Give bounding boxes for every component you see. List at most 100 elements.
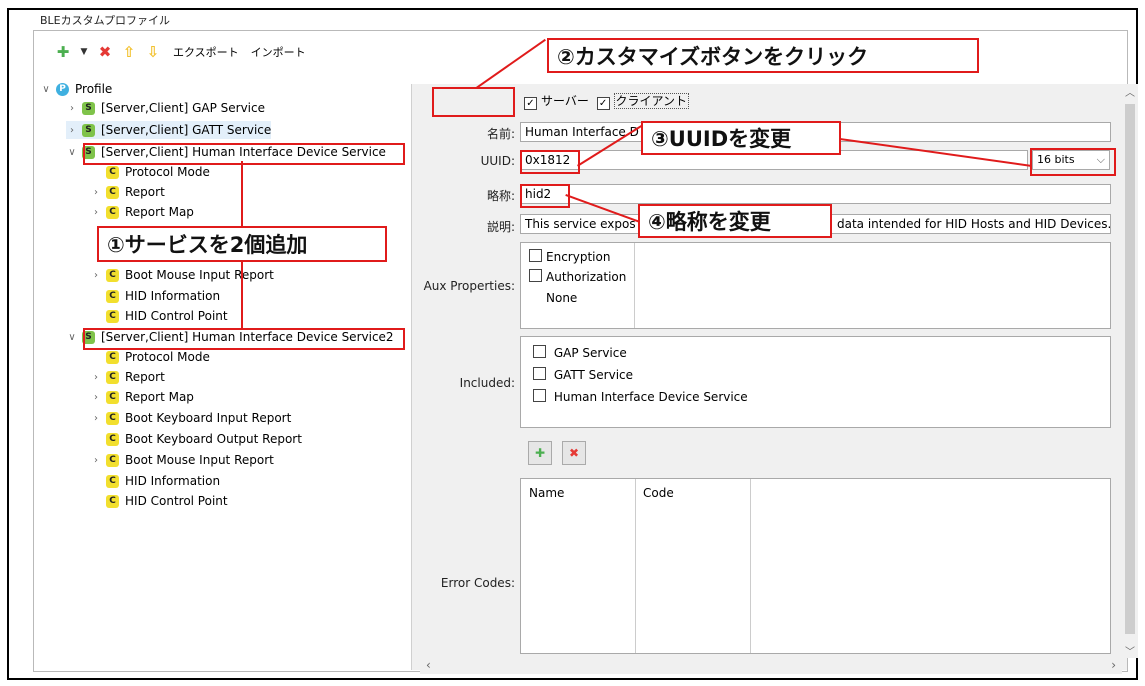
tree-characteristic-item[interactable]: › C Report [90, 183, 165, 201]
characteristic-icon: C [106, 453, 119, 467]
checkbox[interactable] [529, 249, 542, 262]
checkbox[interactable] [533, 367, 546, 380]
tree-service-item[interactable]: › S [Server,Client] GAP Service [66, 99, 265, 117]
checkbox[interactable] [533, 389, 546, 402]
tree-item-label: [Server,Client] GATT Service [101, 123, 272, 137]
tree-characteristic-item[interactable]: › C Report [90, 368, 165, 386]
chevron-right-icon[interactable]: › [1111, 658, 1116, 672]
tree-characteristic-item[interactable]: C HID Control Point [90, 492, 228, 510]
server-checkbox[interactable] [524, 97, 537, 110]
tree-characteristic-item[interactable]: › C Report Map [90, 203, 194, 221]
aux-item-label: Encryption [546, 250, 611, 264]
errors-label: Error Codes: [440, 576, 515, 590]
callout-uuid: ③UUIDを変更 [641, 121, 841, 155]
tree-item-label: Report Map [125, 390, 194, 404]
tree-item-label: Report Map [125, 205, 194, 219]
tree-characteristic-item[interactable]: C Boot Keyboard Output Report [90, 430, 302, 448]
customize-button-highlight[interactable] [432, 87, 515, 117]
client-label: クライアント [613, 93, 690, 109]
tree-characteristic-item[interactable]: › C Boot Mouse Input Report [90, 451, 274, 469]
chevron-down-icon[interactable]: ∨ [66, 332, 78, 343]
included-item-label: GAP Service [553, 346, 627, 360]
characteristic-icon: C [106, 205, 119, 219]
aux-item[interactable]: Encryption [529, 249, 610, 264]
chevron-right-icon[interactable]: › [90, 207, 102, 218]
chevron-right-icon[interactable]: › [90, 270, 102, 281]
profile-icon: P [56, 82, 69, 96]
characteristic-icon: C [106, 185, 119, 199]
vertical-scrollbar[interactable]: ︿ ﹀ [1122, 84, 1138, 658]
service-icon: S [82, 123, 95, 137]
tree-item-label: Report [125, 185, 165, 199]
delete-icon: ✖ [568, 446, 580, 460]
plus-icon[interactable]: ✚ [55, 43, 71, 61]
role-checkboxes: サーバー クライアント [524, 92, 690, 110]
included-item[interactable]: GAP Service [533, 345, 627, 360]
tree-characteristic-item[interactable]: C HID Information [90, 472, 220, 490]
uuid-highlight [520, 150, 580, 174]
chevron-right-icon[interactable]: › [90, 413, 102, 424]
desc-text-left: This service expos [525, 217, 636, 231]
highlight-service [83, 143, 405, 165]
tree-characteristic-item[interactable]: › C Boot Keyboard Input Report [90, 409, 291, 427]
chevron-right-icon[interactable]: › [66, 103, 78, 114]
name-label: 名前: [486, 127, 515, 141]
tree-item-label: [Server,Client] GAP Service [101, 101, 265, 115]
client-checkbox[interactable] [596, 97, 610, 110]
tree-item-label: HID Information [125, 474, 221, 488]
tree-characteristic-item[interactable]: › C Boot Mouse Input Report [90, 266, 274, 284]
tree-characteristic-item[interactable]: C HID Control Point [90, 307, 228, 325]
tree-service-item[interactable]: › S [Server,Client] GATT Service [66, 121, 272, 139]
characteristic-icon: C [106, 350, 119, 364]
characteristic-icon: C [106, 268, 119, 282]
aux-item[interactable]: Authorization [529, 269, 626, 284]
error-codes-table: Name Code [520, 478, 1111, 654]
arrow-up-icon[interactable]: ⇧ [121, 43, 137, 61]
aux-label: Aux Properties: [423, 279, 515, 293]
tree-root[interactable]: ∨ P Profile [40, 80, 112, 98]
table-header-code[interactable]: Code [643, 486, 674, 500]
included-item[interactable]: GATT Service [533, 367, 633, 382]
tree-item-label: Boot Mouse Input Report [125, 453, 274, 467]
tree-item-label: HID Information [125, 289, 221, 303]
characteristic-icon: C [106, 411, 119, 425]
chevron-up-icon[interactable]: ︿ [1122, 84, 1138, 99]
chevron-right-icon[interactable]: › [90, 392, 102, 403]
panel-title: BLEカスタムプロファイル [40, 14, 170, 27]
chevron-right-icon[interactable]: › [90, 372, 102, 383]
callout-abbrev: ④略称を変更 [638, 204, 832, 238]
export-button[interactable]: エクスポート [173, 44, 239, 60]
chevron-down-icon[interactable]: ﹀ [1122, 643, 1138, 658]
delete-icon[interactable]: ✖ [97, 43, 113, 61]
checkbox[interactable] [529, 269, 542, 282]
tree-characteristic-item[interactable]: C HID Information [90, 287, 220, 305]
import-button[interactable]: インポート [251, 44, 306, 60]
chevron-down-icon[interactable]: ▼ [79, 44, 89, 60]
chevron-right-icon[interactable]: › [90, 187, 102, 198]
characteristic-icon: C [106, 474, 119, 488]
abbrev-field[interactable]: hid2 [520, 184, 1111, 204]
table-header-name[interactable]: Name [529, 486, 564, 500]
server-label: サーバー [541, 94, 589, 108]
delete-error-button[interactable]: ✖ [562, 441, 586, 465]
tree-characteristic-item[interactable]: C Protocol Mode [90, 348, 210, 366]
horizontal-scrollbar[interactable]: ‹ › [420, 658, 1122, 674]
scrollbar-thumb[interactable] [1125, 104, 1135, 634]
plus-icon: ✚ [534, 446, 546, 460]
chevron-right-icon[interactable]: › [66, 125, 78, 136]
characteristic-icon: C [106, 494, 119, 508]
arrow-down-icon[interactable]: ⇩ [145, 43, 161, 61]
callout-customize: ②カスタマイズボタンをクリック [547, 38, 979, 73]
chevron-right-icon[interactable]: › [90, 455, 102, 466]
included-item[interactable]: Human Interface Device Service [533, 389, 748, 404]
aux-item: None [546, 291, 577, 305]
callout-add-service: ①サービスを2個追加 [97, 226, 387, 262]
add-error-button[interactable]: ✚ [528, 441, 552, 465]
chevron-left-icon[interactable]: ‹ [426, 658, 431, 672]
abbrev-label: 略称: [486, 189, 515, 203]
chevron-down-icon[interactable]: ∨ [66, 147, 78, 158]
chevron-down-icon[interactable]: ∨ [40, 84, 52, 95]
tree-characteristic-item[interactable]: C Protocol Mode [90, 163, 210, 181]
checkbox[interactable] [533, 345, 546, 358]
tree-characteristic-item[interactable]: › C Report Map [90, 388, 194, 406]
